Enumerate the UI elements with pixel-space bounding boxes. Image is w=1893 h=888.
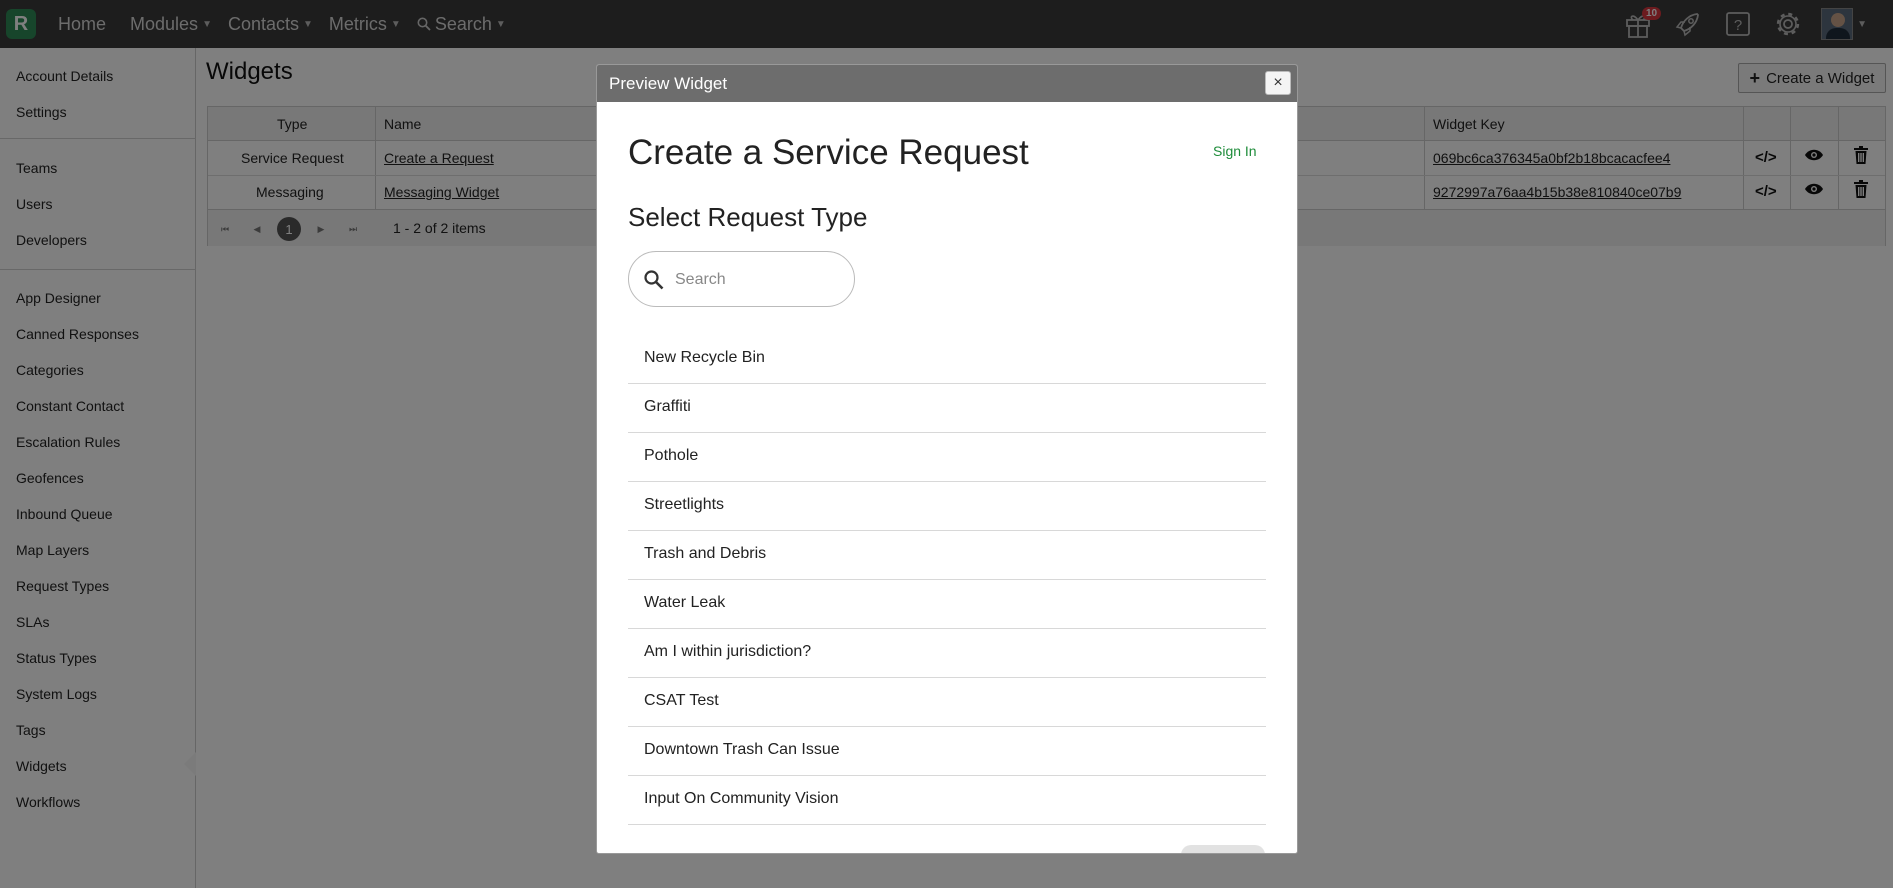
request-type-search-input[interactable]: Search <box>628 251 855 307</box>
list-item[interactable]: CSAT Test <box>628 678 1266 727</box>
list-item[interactable]: Downtown Trash Can Issue <box>628 727 1266 776</box>
select-request-type-heading: Select Request Type <box>628 202 868 232</box>
dialog-header: Preview Widget × <box>597 65 1297 102</box>
list-item[interactable]: Am I within jurisdiction? <box>628 629 1266 678</box>
search-icon <box>644 270 664 290</box>
list-item[interactable]: Streetlights <box>628 482 1266 531</box>
list-item[interactable]: Graffiti <box>628 384 1266 433</box>
search-placeholder: Search <box>675 271 726 288</box>
list-item[interactable]: Trash and Debris <box>628 531 1266 580</box>
preview-widget-dialog: Preview Widget × Create a Service Reques… <box>596 64 1298 854</box>
sign-in-link[interactable]: Sign In <box>1213 143 1257 159</box>
list-item[interactable]: Pothole <box>628 433 1266 482</box>
dialog-title: Preview Widget <box>609 74 728 93</box>
partially-hidden-button[interactable] <box>1181 845 1265 853</box>
close-icon[interactable]: × <box>1265 71 1291 95</box>
list-item[interactable]: Water Leak <box>628 580 1266 629</box>
list-item[interactable]: Input On Community Vision <box>628 776 1266 825</box>
list-item[interactable]: New Recycle Bin <box>628 335 1266 384</box>
service-request-heading: Create a Service Request <box>628 133 1029 172</box>
